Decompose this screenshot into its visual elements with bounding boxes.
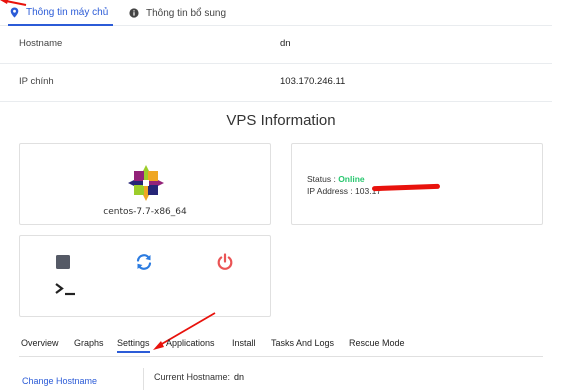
tab-extra-info[interactable]: Thông tin bổ sung <box>128 0 226 26</box>
status-line: Status : Online <box>307 174 365 184</box>
current-hostname-label: Current Hostname: <box>154 372 231 382</box>
tab-rescue-mode[interactable]: Rescue Mode <box>349 338 405 351</box>
status-value: Online <box>338 174 365 184</box>
tab-settings[interactable]: Settings <box>117 338 150 353</box>
ip-address-label: IP Address : <box>307 186 356 196</box>
ip-address-line: IP Address : 103.17 <box>307 186 381 196</box>
tab-applications[interactable]: Applications <box>166 338 215 351</box>
current-hostname: Current Hostname: dn <box>154 372 244 382</box>
info-icon <box>128 7 140 19</box>
tab-server-info-label: Thông tin máy chủ <box>26 6 109 18</box>
restart-icon <box>136 254 152 270</box>
tab-extra-info-label: Thông tin bổ sung <box>146 7 227 19</box>
redaction-mark <box>371 183 441 192</box>
vps-sub-tab-bar: Overview Graphs Settings Applications In… <box>19 335 543 357</box>
os-name: centos-7.7-x86_64 <box>103 207 187 217</box>
current-hostname-value: dn <box>234 372 245 382</box>
ip-label: IP chính <box>19 76 54 87</box>
ip-value: 103.170.246.11 <box>280 76 346 87</box>
top-tab-bar: Thông tin máy chủ Thông tin bổ sung <box>0 0 552 26</box>
tab-graphs[interactable]: Graphs <box>74 338 104 351</box>
tab-tasks-and-logs[interactable]: Tasks And Logs <box>271 338 334 351</box>
stop-button[interactable] <box>54 253 72 271</box>
tab-server-info[interactable]: Thông tin máy chủ <box>8 0 113 26</box>
stop-icon <box>56 255 70 269</box>
tab-install[interactable]: Install <box>232 338 256 351</box>
status-label: Status : <box>307 174 339 184</box>
centos-logo <box>128 165 164 201</box>
console-icon <box>55 283 75 296</box>
info-row-ip: IP chính 103.170.246.11 <box>0 64 552 102</box>
power-icon <box>217 253 233 270</box>
change-hostname-link[interactable]: Change Hostname <box>22 376 97 386</box>
actions-card <box>19 235 271 317</box>
status-card: Status : Online IP Address : 103.17 <box>291 143 543 225</box>
vps-information-title: VPS Information <box>226 112 336 129</box>
power-button[interactable] <box>216 253 234 271</box>
hostname-value: dn <box>280 38 291 49</box>
tab-overview[interactable]: Overview <box>21 338 59 351</box>
map-pin-icon <box>8 6 20 18</box>
os-card: centos-7.7-x86_64 <box>19 143 271 225</box>
hostname-label: Hostname <box>19 38 63 49</box>
console-button[interactable] <box>54 280 78 298</box>
settings-divider <box>143 368 144 390</box>
restart-button[interactable] <box>135 253 153 271</box>
info-row-hostname: Hostname dn <box>0 26 552 64</box>
